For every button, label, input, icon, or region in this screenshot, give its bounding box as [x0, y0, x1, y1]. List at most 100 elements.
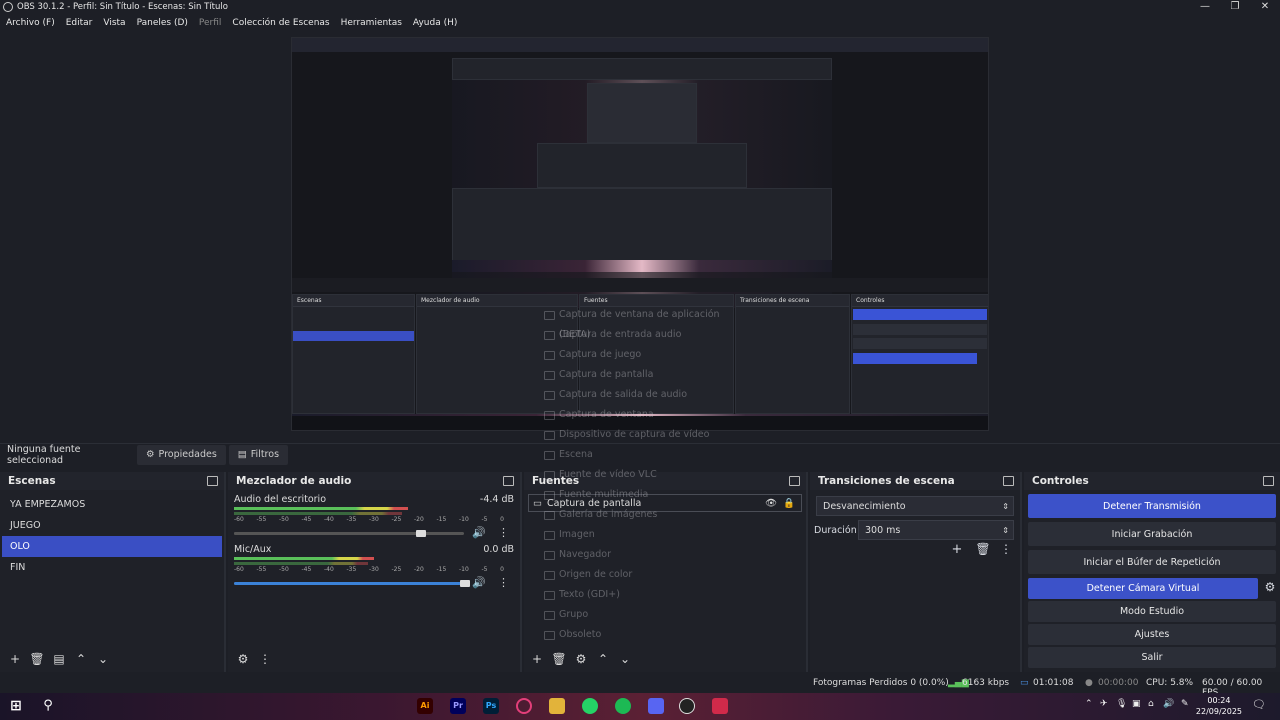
discord-icon[interactable] [648, 698, 664, 714]
advanced-audio-icon[interactable]: ⚙ [232, 652, 254, 666]
add-icon[interactable]: + [944, 542, 970, 557]
camera-icon[interactable]: ▣ [1132, 699, 1141, 709]
folder-icon[interactable] [549, 698, 565, 714]
app-icon[interactable] [712, 698, 728, 714]
move-down-icon[interactable]: ⌄ [614, 652, 636, 666]
stop-streaming-button[interactable]: Detener Transmisión [1028, 494, 1276, 518]
search-icon[interactable]: ⚲ [40, 698, 56, 714]
duration-spinbox[interactable]: 300 ms ⇕ [858, 520, 1014, 540]
undock-icon[interactable] [1003, 476, 1014, 486]
add-icon[interactable]: + [4, 652, 26, 666]
volume-slider[interactable] [234, 580, 470, 587]
gear-icon: ⚙ [146, 449, 155, 460]
level-meter [234, 507, 408, 510]
mic-icon[interactable]: 🎙 [1116, 699, 1127, 709]
premiere-icon[interactable]: Pr [450, 698, 466, 714]
move-down-icon[interactable]: ⌄ [92, 652, 114, 666]
obs-taskbar-icon[interactable] [679, 698, 695, 714]
level-meter [234, 512, 402, 515]
record-icon: ● [1085, 678, 1093, 688]
more-options-icon[interactable]: ⋮ [254, 652, 276, 666]
trash-icon[interactable]: 🗑 [26, 652, 48, 666]
menu-docks[interactable]: Paneles (D) [137, 18, 188, 28]
scene-item[interactable]: JUEGO [2, 515, 222, 536]
channel-name: Audio del escritorio [234, 494, 327, 505]
menu-tools[interactable]: Herramientas [341, 18, 402, 28]
start-replay-buffer-button[interactable]: Iniciar el Búfer de Repetición [1028, 550, 1276, 574]
illustrator-icon[interactable]: Ai [417, 698, 433, 714]
source-name: Captura de pantalla [546, 497, 642, 509]
preview-canvas[interactable]: Escenas Mezclador de audio Fuentes Trans… [291, 37, 989, 431]
more-options-icon[interactable]: ⋮ [996, 542, 1016, 557]
volume-slider[interactable] [234, 530, 464, 537]
eye-icon[interactable]: 👁 [765, 498, 777, 509]
transition-select[interactable]: Desvanecimiento ⇕ [816, 496, 1014, 516]
undock-icon[interactable] [503, 476, 514, 486]
source-item[interactable]: ▭ Captura de pantalla 👁 🔒 [528, 494, 802, 512]
menu-edit[interactable]: Editar [66, 18, 93, 28]
clock[interactable]: 00:24 22/09/2025 [1196, 695, 1242, 717]
more-options-icon[interactable]: ⋮ [498, 576, 509, 589]
scene-item[interactable]: YA EMPEZAMOS [2, 494, 222, 515]
tray-icon[interactable]: ✈ [1100, 699, 1108, 709]
filters-button[interactable]: ▤ Filtros [228, 444, 289, 465]
menu-file[interactable]: Archivo (F) [6, 18, 55, 28]
menu-help[interactable]: Ayuda (H) [413, 18, 457, 28]
gear-icon[interactable]: ⚙ [1260, 576, 1280, 599]
more-options-icon[interactable]: ⋮ [498, 526, 509, 539]
window-title: OBS 30.1.2 - Perfil: Sin Título - Escena… [17, 2, 228, 12]
pen-icon[interactable]: ✎ [1181, 699, 1189, 709]
close-icon[interactable]: ✕ [1250, 0, 1280, 14]
add-icon[interactable]: + [526, 652, 548, 666]
move-up-icon[interactable]: ⌃ [592, 652, 614, 666]
notifications-icon[interactable]: 🗨 [1252, 698, 1266, 711]
no-source-label: Ninguna fuente seleccionad [7, 443, 81, 466]
trash-icon[interactable]: 🗑 [548, 652, 570, 666]
scenes-title: Escenas [8, 475, 56, 487]
menu-view[interactable]: Vista [103, 18, 125, 28]
whatsapp-icon[interactable] [582, 698, 598, 714]
transitions-title: Transiciones de escena [818, 475, 955, 487]
source-toolbar: Ninguna fuente seleccionad ⚙ Propiedades … [0, 443, 1280, 466]
spinner-icon[interactable]: ⇕ [1002, 526, 1009, 535]
settings-button[interactable]: Ajustes [1028, 624, 1276, 645]
obs-logo-icon [3, 2, 13, 12]
volume-icon[interactable]: 🔊 [1163, 699, 1174, 709]
studio-mode-button[interactable]: Modo Estudio [1028, 601, 1276, 622]
level-meter [234, 557, 374, 560]
speaker-icon[interactable]: 🔊 [472, 576, 486, 589]
scene-item[interactable]: FIN [2, 557, 222, 578]
sources-title: Fuentes [532, 475, 580, 487]
move-up-icon[interactable]: ⌃ [70, 652, 92, 666]
live-icon: ▭ [1020, 678, 1029, 688]
menu-scene-collection[interactable]: Colección de Escenas [232, 18, 329, 28]
trash-icon[interactable]: 🗑 [970, 542, 996, 557]
browser-icon[interactable] [516, 698, 532, 714]
spotify-icon[interactable] [615, 698, 631, 714]
os-taskbar: ⊞ ⚲ Ai Pr Ps ⌃ ✈ 🎙 ▣ ⌂ 🔊 ✎ 00:24 22/09/2… [0, 693, 1280, 720]
clock-date: 22/09/2025 [1195, 707, 1242, 716]
undock-icon[interactable] [789, 476, 800, 486]
tray-chevron-icon[interactable]: ⌃ [1085, 699, 1093, 709]
properties-button[interactable]: ⚙ Propiedades [137, 444, 226, 465]
stop-virtual-camera-button[interactable]: Detener Cámara Virtual [1028, 578, 1258, 599]
start-recording-button[interactable]: Iniciar Grabación [1028, 522, 1276, 546]
dropped-frames: Fotogramas Perdidos 0 (0.0%) [813, 678, 949, 688]
gear-icon[interactable]: ⚙ [570, 652, 592, 666]
network-icon[interactable]: ⌂ [1148, 699, 1154, 709]
undock-icon[interactable] [1263, 476, 1274, 486]
minimize-icon[interactable]: — [1190, 0, 1220, 14]
windows-start-icon[interactable]: ⊞ [8, 698, 24, 714]
properties-label: Propiedades [158, 449, 217, 460]
filter-icon[interactable]: ▤ [48, 652, 70, 666]
level-meter [234, 562, 369, 565]
undock-icon[interactable] [207, 476, 218, 486]
restore-icon[interactable]: ❐ [1220, 0, 1250, 14]
speaker-icon[interactable]: 🔊 [472, 526, 486, 539]
lock-icon[interactable]: 🔒 [783, 498, 795, 509]
photoshop-icon[interactable]: Ps [483, 698, 499, 714]
scene-item-selected[interactable]: OLO [2, 536, 222, 557]
exit-button[interactable]: Salir [1028, 647, 1276, 668]
transition-type: Desvanecimiento [823, 500, 906, 512]
menu-profile[interactable]: Perfil [199, 18, 222, 28]
